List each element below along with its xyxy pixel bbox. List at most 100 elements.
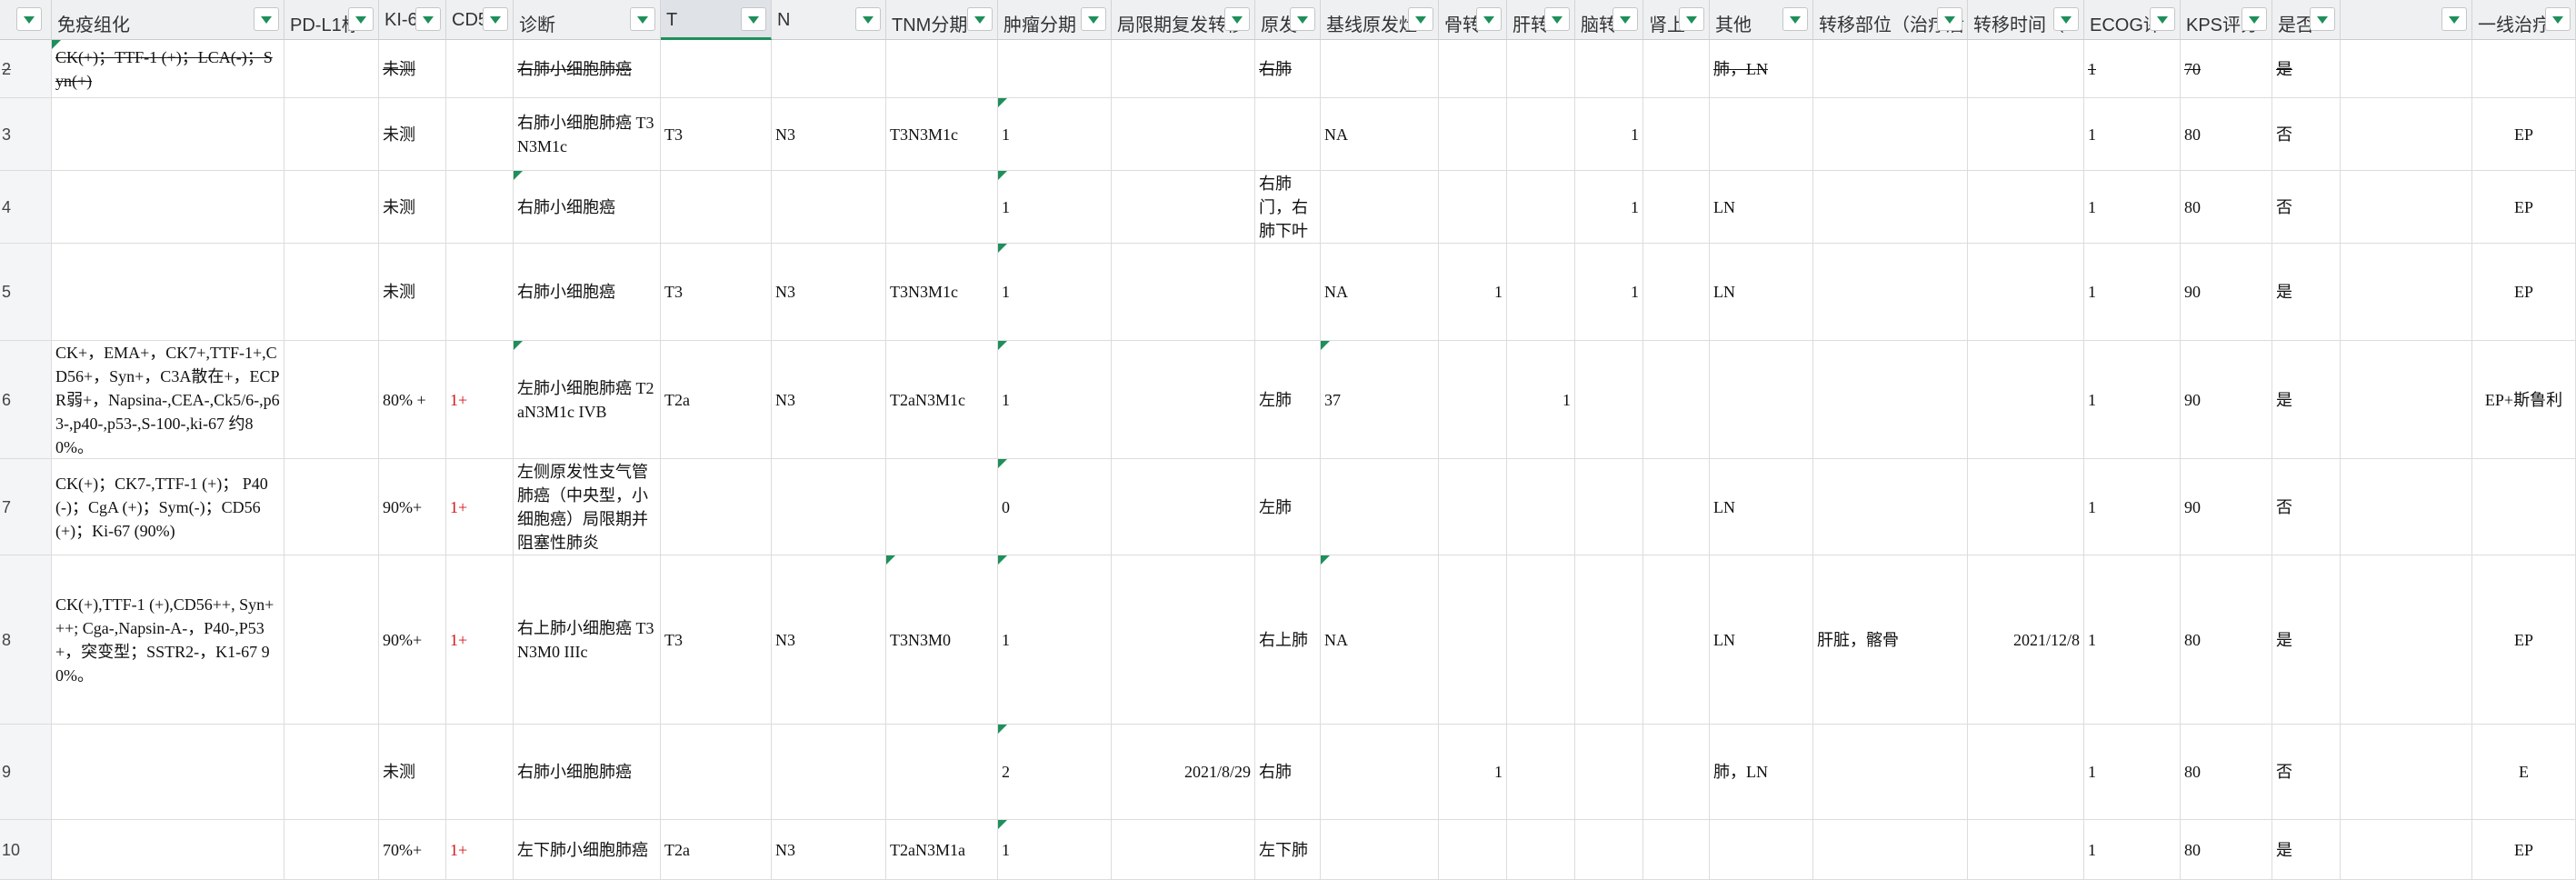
table-cell-cd[interactable]: 1+	[446, 820, 514, 880]
table-cell-kps[interactable]: 80	[2181, 98, 2272, 171]
table-cell-brain[interactable]	[1575, 555, 1643, 725]
table-cell-immuno[interactable]	[52, 244, 285, 341]
table-cell-pdl1[interactable]	[285, 459, 379, 555]
filter-dropdown-button[interactable]	[415, 7, 441, 31]
column-header-row[interactable]	[0, 0, 52, 40]
table-cell-brain[interactable]: 1	[1575, 244, 1643, 341]
table-cell-cd[interactable]: 1+	[446, 555, 514, 725]
table-cell-stage[interactable]: 1	[998, 171, 1112, 244]
table-cell-kps[interactable]: 80	[2181, 171, 2272, 244]
table-cell-kps[interactable]: 70	[2181, 40, 2272, 98]
table-cell-t[interactable]	[661, 459, 772, 555]
table-cell-other[interactable]: LN	[1710, 555, 1813, 725]
table-cell-line1[interactable]: EP	[2472, 244, 2576, 341]
table-cell-diag[interactable]: 右肺小细胞肺癌	[514, 40, 661, 98]
table-cell-blank[interactable]	[2341, 725, 2472, 820]
table-cell-tnm[interactable]: T2aN3M1c	[886, 341, 998, 459]
filter-dropdown-button[interactable]	[855, 7, 881, 31]
table-cell-metsite[interactable]	[1813, 40, 1968, 98]
table-cell-immuno[interactable]	[52, 820, 285, 880]
table-cell-recur[interactable]	[1112, 555, 1255, 725]
table-cell-pdl1[interactable]	[285, 725, 379, 820]
table-cell-line1[interactable]: EP	[2472, 555, 2576, 725]
table-cell-recur[interactable]	[1112, 459, 1255, 555]
filter-dropdown-button[interactable]	[630, 7, 655, 31]
table-cell-cd[interactable]: 1+	[446, 459, 514, 555]
filter-dropdown-button[interactable]	[1937, 7, 1962, 31]
table-cell-prim[interactable]: 右肺	[1255, 725, 1321, 820]
table-cell-recur[interactable]	[1112, 171, 1255, 244]
table-cell-brain[interactable]	[1575, 459, 1643, 555]
table-cell-blank[interactable]	[2341, 171, 2472, 244]
table-cell-ecog[interactable]: 1	[2084, 820, 2181, 880]
table-cell-diag[interactable]: 右肺小细胞肺癌	[514, 725, 661, 820]
table-cell-mettime[interactable]	[1968, 98, 2084, 171]
table-cell-pdl1[interactable]	[285, 40, 379, 98]
table-cell-line1[interactable]: EP	[2472, 171, 2576, 244]
table-cell-prim[interactable]	[1255, 244, 1321, 341]
row-number[interactable]: 2	[0, 40, 52, 98]
table-cell-yn[interactable]: 是	[2272, 341, 2341, 459]
filter-dropdown-button[interactable]	[1679, 7, 1704, 31]
table-cell-kps[interactable]: 90	[2181, 341, 2272, 459]
table-cell-yn[interactable]: 是	[2272, 40, 2341, 98]
table-cell-blank[interactable]	[2341, 555, 2472, 725]
table-cell-metsite[interactable]	[1813, 341, 1968, 459]
table-cell-ki[interactable]: 未测	[379, 98, 446, 171]
table-cell-other[interactable]: 肺，LN	[1710, 40, 1813, 98]
filter-dropdown-button[interactable]	[1224, 7, 1250, 31]
table-cell-base[interactable]	[1321, 40, 1439, 98]
table-cell-tnm[interactable]: T3N3M1c	[886, 244, 998, 341]
table-cell-mettime[interactable]	[1968, 820, 2084, 880]
table-cell-tnm[interactable]	[886, 459, 998, 555]
table-cell-t[interactable]	[661, 725, 772, 820]
column-header-cd[interactable]: CD5	[446, 0, 514, 40]
table-cell-tnm[interactable]: T3N3M0	[886, 555, 998, 725]
table-cell-pdl1[interactable]	[285, 341, 379, 459]
row-number[interactable]: 5	[0, 244, 52, 341]
table-cell-mettime[interactable]	[1968, 244, 2084, 341]
table-cell-prim[interactable]: 左肺	[1255, 459, 1321, 555]
table-cell-cd[interactable]	[446, 98, 514, 171]
table-cell-mettime[interactable]	[1968, 341, 2084, 459]
table-cell-yn[interactable]: 否	[2272, 171, 2341, 244]
table-cell-line1[interactable]: EP	[2472, 820, 2576, 880]
table-cell-n[interactable]: N3	[772, 98, 886, 171]
table-cell-brain[interactable]	[1575, 725, 1643, 820]
table-cell-yn[interactable]: 否	[2272, 98, 2341, 171]
table-cell-metsite[interactable]	[1813, 820, 1968, 880]
table-cell-ki[interactable]: 90%+	[379, 459, 446, 555]
table-cell-blank[interactable]	[2341, 244, 2472, 341]
row-number[interactable]: 8	[0, 555, 52, 725]
table-cell-liver[interactable]: 1	[1507, 341, 1575, 459]
table-cell-bone[interactable]	[1439, 171, 1507, 244]
table-cell-pdl1[interactable]	[285, 555, 379, 725]
table-cell-metsite[interactable]	[1813, 171, 1968, 244]
column-header-ecog[interactable]: ECOG评	[2084, 0, 2181, 40]
table-cell-yn[interactable]: 是	[2272, 244, 2341, 341]
table-cell-blank[interactable]	[2341, 820, 2472, 880]
table-cell-bone[interactable]	[1439, 98, 1507, 171]
table-cell-liver[interactable]	[1507, 171, 1575, 244]
table-cell-kps[interactable]: 80	[2181, 555, 2272, 725]
table-cell-blank[interactable]	[2341, 98, 2472, 171]
table-cell-immuno[interactable]: CK(+)；CK7-,TTF-1 (+)； P40 (-)；CgA (+)；Sy…	[52, 459, 285, 555]
filter-dropdown-button[interactable]	[2441, 7, 2467, 31]
filter-dropdown-button[interactable]	[1290, 7, 1315, 31]
table-cell-stage[interactable]: 1	[998, 98, 1112, 171]
table-cell-n[interactable]: N3	[772, 244, 886, 341]
table-cell-t[interactable]: T2a	[661, 820, 772, 880]
table-cell-ecog[interactable]: 1	[2084, 244, 2181, 341]
table-cell-t[interactable]: T3	[661, 98, 772, 171]
table-cell-bone[interactable]: 1	[1439, 244, 1507, 341]
table-cell-yn[interactable]: 否	[2272, 725, 2341, 820]
table-cell-n[interactable]: N3	[772, 341, 886, 459]
column-header-bone[interactable]: 骨转	[1439, 0, 1507, 40]
column-header-ki[interactable]: KI-6	[379, 0, 446, 40]
column-header-yn[interactable]: 是否	[2272, 0, 2341, 40]
table-cell-kps[interactable]: 80	[2181, 725, 2272, 820]
table-cell-tnm[interactable]: T2aN3M1a	[886, 820, 998, 880]
column-header-n[interactable]: N	[772, 0, 886, 40]
table-cell-t[interactable]	[661, 171, 772, 244]
table-cell-adrenal[interactable]	[1643, 555, 1710, 725]
